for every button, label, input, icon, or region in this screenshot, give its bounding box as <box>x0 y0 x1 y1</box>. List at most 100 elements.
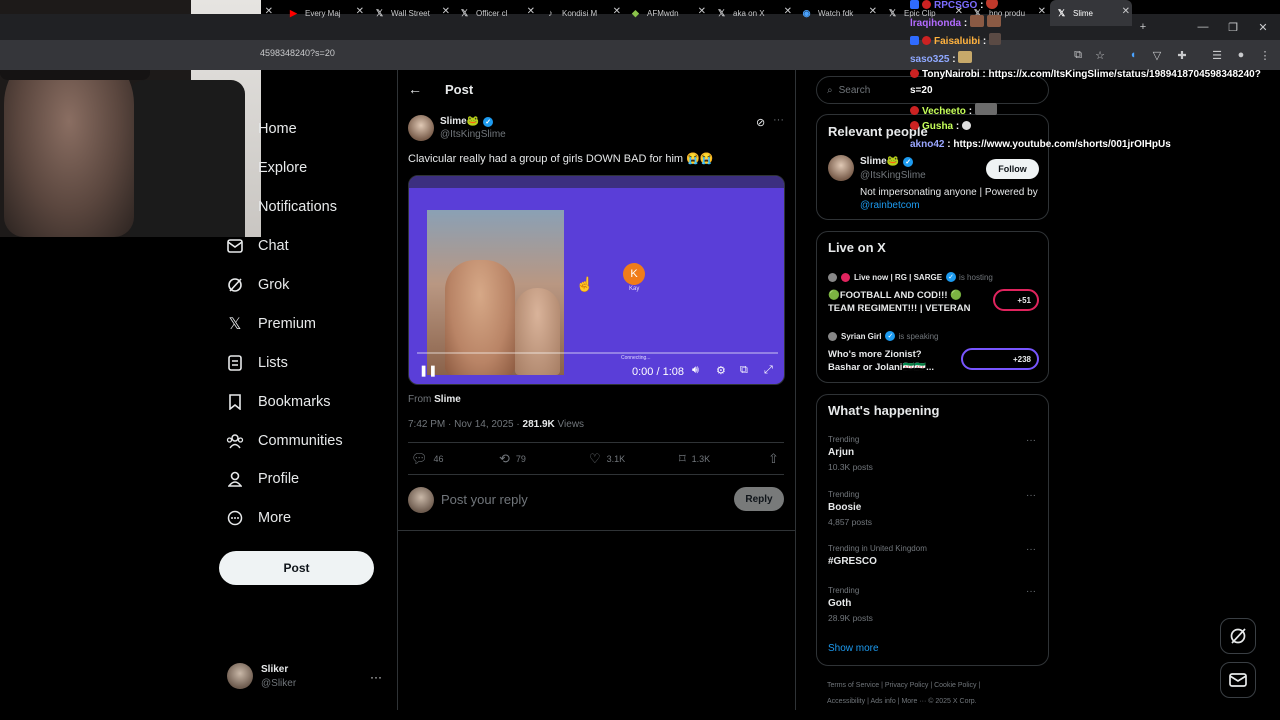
browser-tab[interactable]: ▶ Every Maj ✕ <box>282 0 366 26</box>
close-tab-icon[interactable]: ✕ <box>356 6 364 17</box>
footer-links[interactable]: Accessibility | Ads info | More ··· © 20… <box>827 698 977 705</box>
author-avatar[interactable] <box>408 115 434 141</box>
trend-context: Trending <box>828 435 860 444</box>
live-listeners-pill[interactable]: +238 <box>961 348 1039 370</box>
live-title[interactable]: Who's more Zionist? Bashar or Jolani🇸🇾🇸🇾… <box>828 348 948 374</box>
extension-icon[interactable]: ▽ <box>1150 48 1164 62</box>
account-avatar[interactable] <box>227 663 253 689</box>
trend-more-icon[interactable]: ··· <box>1026 435 1036 446</box>
browser-tab-active[interactable]: 𝕏 Slime ✕ <box>1050 0 1132 26</box>
live-title[interactable]: 🟢FOOTBALL AND COD!!! 🟢 TEAM REGIMENT!!! … <box>828 289 988 315</box>
bookmark-star-icon[interactable]: ☆ <box>1093 48 1107 62</box>
volume-icon[interactable]: 🔊︎ <box>692 364 699 377</box>
trend-more-icon[interactable]: ··· <box>1026 490 1036 501</box>
extensions-puzzle-icon[interactable]: ✚ <box>1175 48 1189 62</box>
browser-tab[interactable]: 𝕏 Officer cl ✕ <box>453 0 537 26</box>
nav-grok[interactable]: Grok <box>226 270 289 300</box>
bookmark-icon: ⌑ <box>679 451 686 466</box>
live-host[interactable]: Syrian Girl ✓ is speaking <box>828 331 939 341</box>
picture-in-picture-icon[interactable]: ⧉ <box>740 364 748 377</box>
nav-lists[interactable]: Lists <box>226 348 288 378</box>
extension-icon[interactable]: ◖ <box>1126 48 1140 62</box>
nav-explore[interactable]: Explore <box>258 153 307 183</box>
url-field[interactable]: 4598348240?s=20 <box>260 48 335 58</box>
trend-name[interactable]: Goth <box>828 598 851 609</box>
video-progress-bar[interactable] <box>417 352 778 354</box>
reply-button[interactable]: Reply <box>734 487 784 511</box>
video-player[interactable]: K Kay Connecting... ❚❚ 0:00 / 1:08 🔊︎ ⚙ … <box>408 175 785 385</box>
grok-explain-icon[interactable]: ⊘ <box>756 116 765 129</box>
chat-message: Gusha : <box>910 121 974 132</box>
nav-more[interactable]: More <box>226 503 291 533</box>
follow-button[interactable]: Follow <box>986 159 1039 179</box>
reply-action[interactable]: 💬︎ 46 <box>411 451 444 467</box>
profile-avatar-icon[interactable]: ● <box>1234 48 1248 62</box>
close-tab-icon[interactable]: ✕ <box>784 6 792 17</box>
close-tab-icon[interactable]: ✕ <box>613 6 621 17</box>
pause-icon[interactable]: ❚❚ <box>419 364 437 377</box>
footer-links[interactable]: Terms of Service | Privacy Policy | Cook… <box>827 682 980 689</box>
maximize-icon[interactable]: ❐ <box>1218 14 1248 40</box>
live-listeners-pill[interactable]: +51 <box>993 289 1039 311</box>
trend-more-icon[interactable]: ··· <box>1026 544 1036 555</box>
nav-notifications[interactable]: Notifications <box>258 192 337 222</box>
post-button[interactable]: Post <box>219 551 374 585</box>
browser-menu-icon[interactable]: ⋮ <box>1258 48 1272 62</box>
account-more-icon[interactable]: ··· <box>370 670 382 684</box>
relevant-bio: Not impersonating anyone | Powered by @r… <box>860 187 1038 211</box>
settings-gear-icon[interactable]: ⚙ <box>716 364 726 377</box>
repost-action[interactable]: ⟲ 79 <box>499 451 526 467</box>
browser-tab[interactable]: 𝕏 Wall Street ✕ <box>368 0 452 26</box>
trend-context: Trending <box>828 490 860 499</box>
fullscreen-icon[interactable]: ⤢ <box>764 364 773 377</box>
divider <box>408 442 784 443</box>
nav-profile[interactable]: Profile <box>226 464 299 494</box>
messages-float-button[interactable] <box>1220 662 1256 698</box>
relevant-avatar[interactable] <box>828 155 854 181</box>
close-tab-icon[interactable]: ✕ <box>527 6 535 17</box>
like-action[interactable]: ♡ 3.1K <box>589 451 625 467</box>
close-tab-icon[interactable]: ✕ <box>869 6 877 17</box>
close-tab-icon[interactable]: ✕ <box>442 6 450 17</box>
browser-tab[interactable]: ♪ Kondisi M ✕ <box>539 0 623 26</box>
bio-link[interactable]: @rainbetcom <box>860 200 920 211</box>
source-link[interactable]: Slime <box>434 394 461 405</box>
close-tab-icon[interactable]: ✕ <box>265 6 273 17</box>
trend-more-icon[interactable]: ··· <box>1026 586 1036 597</box>
minimize-icon[interactable]: — <box>1188 14 1218 40</box>
relevant-name[interactable]: Slime🐸 ✓ <box>860 156 914 167</box>
show-more-link[interactable]: Show more <box>828 643 879 654</box>
trend-count: 10.3K posts <box>828 462 873 472</box>
share-icon: ⇧ <box>768 451 779 466</box>
post-more-icon[interactable]: ··· <box>773 114 784 126</box>
nav-bookmarks[interactable]: Bookmarks <box>226 387 331 417</box>
new-tab-button[interactable]: + <box>1128 14 1158 40</box>
live-host[interactable]: Live now | RG | SARGE ✓ is hosting <box>828 272 993 282</box>
browser-tab[interactable]: ✕ <box>255 0 275 26</box>
grok-float-button[interactable] <box>1220 618 1256 654</box>
browser-tab[interactable]: 𝕏 aka on X ✕ <box>710 0 794 26</box>
emote-icon <box>987 15 1002 27</box>
chat-badge-icon <box>922 36 931 45</box>
nav-home[interactable]: Home <box>258 114 297 144</box>
trend-name[interactable]: Boosie <box>828 502 861 513</box>
reply-input[interactable]: Post your reply <box>441 492 528 507</box>
nav-communities[interactable]: Communities <box>226 426 343 456</box>
bookmark-action[interactable]: ⌑ 1.3K <box>679 451 710 467</box>
nav-chat[interactable]: Chat <box>226 231 289 261</box>
account-name[interactable]: Sliker <box>261 664 288 675</box>
nav-premium[interactable]: 𝕏 Premium <box>226 309 316 339</box>
trend-name[interactable]: Arjun <box>828 447 854 458</box>
reading-list-icon[interactable]: ☰ <box>1210 48 1224 62</box>
back-arrow-icon[interactable]: ← <box>408 81 422 97</box>
author-handle[interactable]: @ItsKingSlime <box>440 129 506 140</box>
close-tab-icon[interactable]: ✕ <box>1038 6 1046 17</box>
browser-tab[interactable]: ◉ Watch fdk ✕ <box>795 0 879 26</box>
close-tab-icon[interactable]: ✕ <box>698 6 706 17</box>
author-name[interactable]: Slime🐸 ✓ <box>440 116 494 127</box>
browser-tab[interactable]: ◆ AFMwdn ✕ <box>624 0 708 26</box>
trend-name[interactable]: #GRESCO <box>828 556 877 567</box>
share-action[interactable]: ⇧ <box>768 451 785 467</box>
close-window-icon[interactable]: ✕ <box>1248 14 1278 40</box>
install-app-icon[interactable]: ⧉ <box>1071 48 1085 62</box>
